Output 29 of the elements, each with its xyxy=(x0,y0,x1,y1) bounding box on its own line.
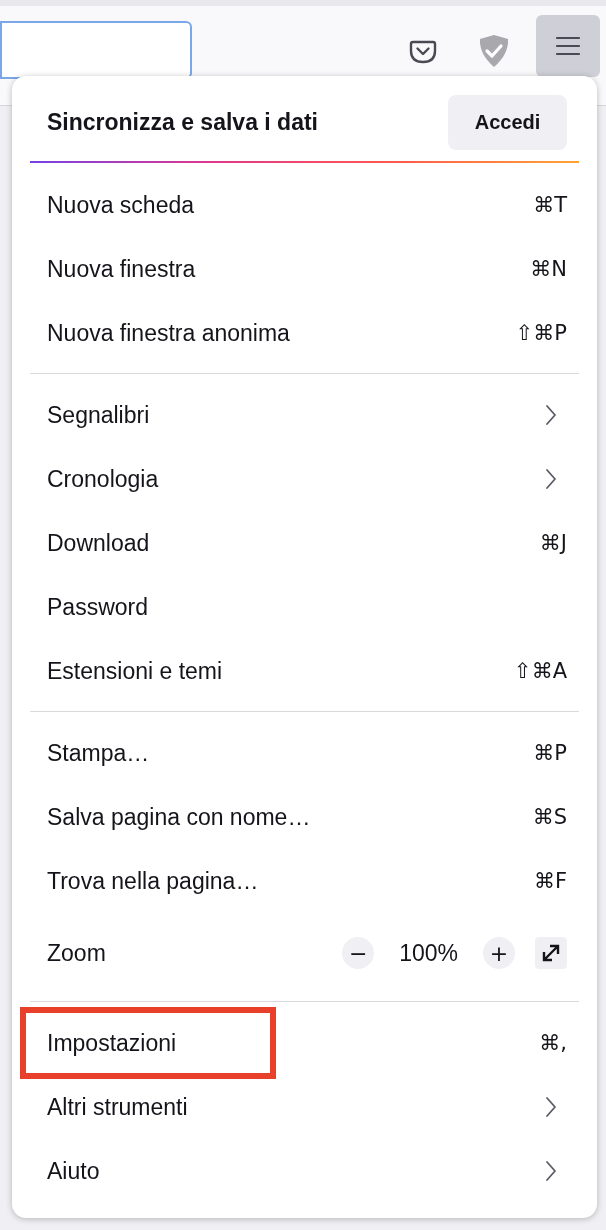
url-field[interactable] xyxy=(0,21,192,79)
chevron-right-icon xyxy=(545,404,557,426)
menu-item[interactable]: Segnalibri xyxy=(30,383,579,447)
chevron-right-icon xyxy=(545,1096,557,1118)
menu-item[interactable]: Nuova finestra anonima ⇧⌘P xyxy=(30,301,579,365)
menu-item[interactable]: Stampa… ⌘P xyxy=(30,721,579,785)
sign-in-button[interactable]: Accedi xyxy=(448,95,567,150)
menu-item[interactable]: Salva pagina con nome… ⌘S xyxy=(30,785,579,849)
zoom-in-button[interactable]: + xyxy=(483,937,515,969)
menu-icon xyxy=(556,36,580,56)
menu-item[interactable]: Nuova scheda ⌘T xyxy=(30,173,579,237)
menu-item[interactable]: Trova nella pagina… ⌘F xyxy=(30,849,579,913)
chevron-right-icon xyxy=(545,468,557,490)
menu-item[interactable]: Nuova finestra ⌘N xyxy=(30,237,579,301)
menu-item[interactable]: Estensioni e temi ⇧⌘A xyxy=(30,639,579,703)
menu-item[interactable]: Altri strumenti xyxy=(30,1075,579,1139)
zoom-out-button[interactable]: − xyxy=(342,937,375,969)
menu-item[interactable]: Impostazioni ⌘, xyxy=(30,1011,579,1075)
shield-check-icon[interactable] xyxy=(478,34,510,68)
menu-item[interactable]: Password xyxy=(30,575,579,639)
zoom-level: 100% xyxy=(399,939,458,967)
fullscreen-button[interactable] xyxy=(535,937,567,969)
sync-title: Sincronizza e salva i dati xyxy=(47,109,318,136)
chevron-right-icon xyxy=(545,1160,557,1182)
menu-item[interactable]: Aiuto xyxy=(30,1139,579,1203)
menu-item[interactable]: Download ⌘J xyxy=(30,511,579,575)
menu-item[interactable]: Cronologia xyxy=(30,447,579,511)
menu-button[interactable] xyxy=(536,15,600,77)
menu-item-label: Zoom xyxy=(47,939,107,967)
